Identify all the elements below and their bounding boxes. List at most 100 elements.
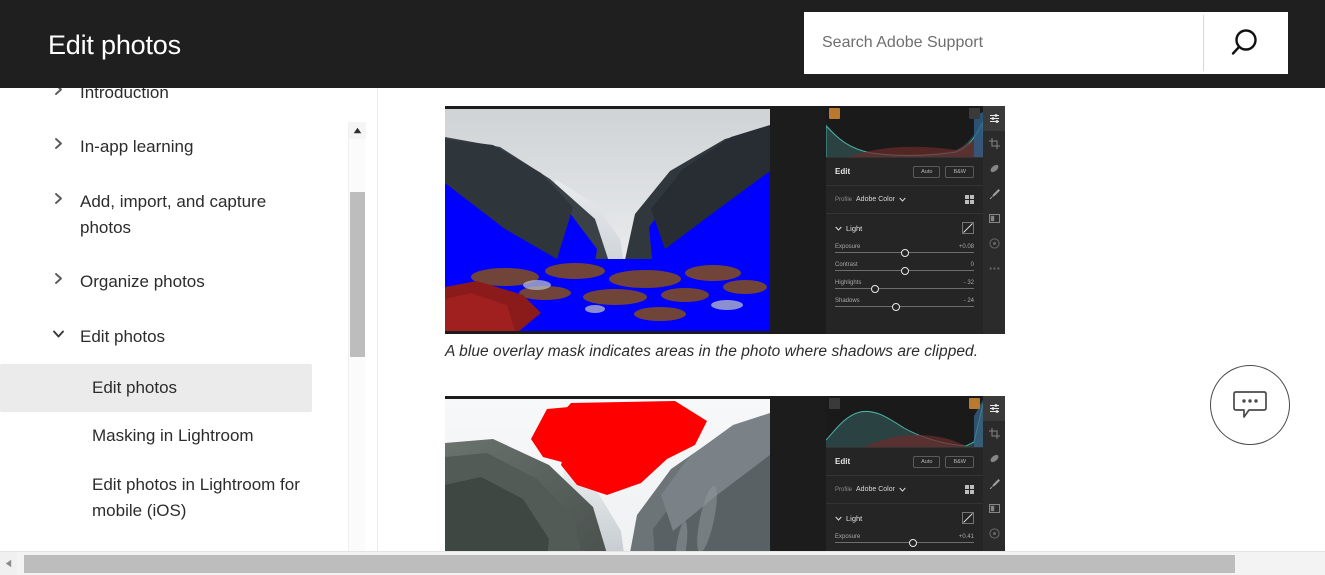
lightroom-tool-rail xyxy=(983,396,1005,551)
sidebar-item-list: Introduction In-app learning Add, import… xyxy=(0,88,350,535)
search-button[interactable] xyxy=(1204,12,1288,74)
crop-icon[interactable] xyxy=(983,131,1005,156)
heal-icon[interactable] xyxy=(983,446,1005,471)
profile-value[interactable]: Adobe Color xyxy=(856,486,895,493)
lightroom-tool-rail xyxy=(983,106,1005,334)
profile-browser-icon[interactable] xyxy=(965,195,974,204)
brush-icon[interactable] xyxy=(983,181,1005,206)
masking-icon[interactable] xyxy=(983,206,1005,231)
slider-exposure[interactable]: Exposure +0.41 xyxy=(826,532,983,550)
slider-label: Exposure xyxy=(835,244,861,250)
sidebar-item-label: Introduction xyxy=(80,88,169,102)
shadow-clipping-indicator[interactable] xyxy=(829,108,840,119)
search-bar[interactable] xyxy=(804,12,1288,74)
light-section-header[interactable]: Light xyxy=(826,504,983,532)
crop-icon[interactable] xyxy=(983,421,1005,446)
sidebar-item-organize-photos[interactable]: Organize photos xyxy=(0,255,350,309)
masking-icon[interactable] xyxy=(983,496,1005,521)
slider-track[interactable] xyxy=(835,266,974,275)
presets-icon[interactable] xyxy=(983,231,1005,256)
lightroom-screenshot-highlight-clipping: Edit Auto B&W Profile Adobe Color Light … xyxy=(445,396,1005,551)
slider-track[interactable] xyxy=(835,284,974,293)
sidebar-subitem-edit-photos[interactable]: Edit photos xyxy=(0,364,312,413)
slider-value: - 32 xyxy=(963,280,974,286)
profile-label: Profile xyxy=(835,486,853,493)
scroll-up-button[interactable] xyxy=(349,122,366,139)
slider-value: +0.41 xyxy=(958,534,974,540)
heal-icon[interactable] xyxy=(983,156,1005,181)
sidebar-item-in-app-learning[interactable]: In-app learning xyxy=(0,120,350,174)
slider-knob[interactable] xyxy=(900,266,909,275)
mountain-valley-photo xyxy=(445,399,770,551)
figure-caption: A blue overlay mask indicates areas in t… xyxy=(445,343,979,360)
edit-panel-header: Edit Auto B&W xyxy=(826,448,983,476)
brush-icon[interactable] xyxy=(983,471,1005,496)
sidebar-item-introduction[interactable]: Introduction xyxy=(0,88,350,120)
bw-button[interactable]: B&W xyxy=(945,455,974,468)
sidebar-item-label: Add, import, and capture photos xyxy=(80,191,267,238)
sidebar-scrollbar-thumb[interactable] xyxy=(350,192,365,357)
main-content: Edit Auto B&W Profile Adobe Color Light … xyxy=(378,88,1325,551)
profile-browser-icon[interactable] xyxy=(965,485,974,494)
lightroom-edit-panel: Edit Auto B&W Profile Adobe Color Light … xyxy=(826,106,983,334)
slider-contrast[interactable]: Contrast 0 xyxy=(826,260,983,278)
chevron-down-icon xyxy=(835,226,842,231)
feedback-button[interactable] xyxy=(1210,365,1290,445)
slider-knob[interactable] xyxy=(900,248,909,257)
sidebar-item-add-import-capture-photos[interactable]: Add, import, and capture photos xyxy=(0,175,350,256)
scroll-left-button[interactable] xyxy=(0,552,17,575)
photo-with-red-overlay xyxy=(445,399,770,551)
search-input[interactable] xyxy=(804,12,1203,74)
slider-track[interactable] xyxy=(835,302,974,311)
histogram[interactable] xyxy=(826,106,983,158)
slider-exposure[interactable]: Exposure +0.08 xyxy=(826,242,983,260)
sidebar-item-edit-photos[interactable]: Edit photos xyxy=(0,310,350,364)
histogram[interactable] xyxy=(826,396,983,448)
lightroom-screenshot-shadow-clipping: Edit Auto B&W Profile Adobe Color Light … xyxy=(445,106,1005,334)
slider-knob[interactable] xyxy=(908,538,917,547)
sidebar-nav: Introduction In-app learning Add, import… xyxy=(0,88,378,551)
presets-icon[interactable] xyxy=(983,521,1005,546)
tone-curve-icon[interactable] xyxy=(962,512,974,524)
triangle-left-icon xyxy=(5,559,12,568)
slider-track[interactable] xyxy=(835,248,974,257)
profile-row[interactable]: Profile Adobe Color xyxy=(826,186,983,214)
profile-row[interactable]: Profile Adobe Color xyxy=(826,476,983,504)
bw-button[interactable]: B&W xyxy=(945,165,974,178)
page-title: Edit photos xyxy=(48,30,181,60)
light-section-header[interactable]: Light xyxy=(826,214,983,242)
slider-value: - 24 xyxy=(963,298,974,304)
slider-knob[interactable] xyxy=(871,284,880,293)
histogram-graph xyxy=(826,400,983,447)
more-icon[interactable] xyxy=(983,256,1005,281)
edit-icon[interactable] xyxy=(983,396,1005,421)
profile-label: Profile xyxy=(835,196,853,203)
horizontal-scrollbar-thumb[interactable] xyxy=(24,555,1235,573)
figure-highlight-clipping: Edit Auto B&W Profile Adobe Color Light … xyxy=(445,396,1005,551)
highlight-clipping-indicator[interactable] xyxy=(969,108,980,119)
slider-shadows[interactable]: Shadows - 24 xyxy=(826,296,983,314)
content-area: Introduction In-app learning Add, import… xyxy=(0,88,1325,551)
profile-value[interactable]: Adobe Color xyxy=(856,196,895,203)
highlight-clipping-indicator[interactable] xyxy=(969,398,980,409)
sidebar-subitem-masking-in-lightroom[interactable]: Masking in Lightroom xyxy=(0,412,350,460)
slider-label: Highlights xyxy=(835,280,862,286)
chat-bubble-icon xyxy=(1233,391,1267,418)
shadow-clipping-indicator[interactable] xyxy=(829,398,840,409)
slider-knob[interactable] xyxy=(892,302,901,311)
slider-label: Contrast xyxy=(835,262,858,268)
slider-highlights[interactable]: Highlights - 32 xyxy=(826,278,983,296)
sidebar-subitem-edit-photos-mobile-ios[interactable]: Edit photos in Lightroom for mobile (iOS… xyxy=(0,461,350,536)
sidebar-item-label: In-app learning xyxy=(80,137,194,157)
auto-button[interactable]: Auto xyxy=(913,455,941,468)
tone-curve-icon[interactable] xyxy=(962,222,974,234)
slider-track[interactable] xyxy=(835,538,974,547)
page-horizontal-scrollbar[interactable] xyxy=(0,551,1325,575)
chevron-right-icon xyxy=(55,273,62,285)
auto-button[interactable]: Auto xyxy=(913,165,941,178)
light-section-label: Light xyxy=(846,513,863,523)
edit-icon[interactable] xyxy=(983,106,1005,131)
lightroom-edit-panel: Edit Auto B&W Profile Adobe Color Light … xyxy=(826,396,983,551)
slider-value: +0.08 xyxy=(958,244,974,250)
sidebar-scrollbar[interactable] xyxy=(348,122,366,551)
